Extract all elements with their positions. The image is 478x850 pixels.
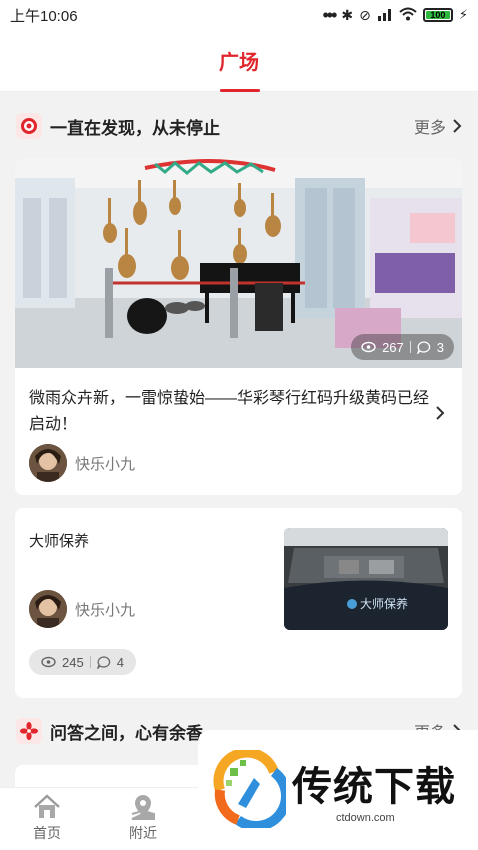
avatar: [29, 590, 67, 628]
chevron-right-icon: [453, 119, 462, 133]
stats-divider: [409, 341, 411, 353]
mute-icon: ⊘: [359, 6, 371, 23]
post-title: 微雨众卉新，一雷惊蛰始——华彩琴行红码升级黄码已经启动！: [29, 390, 430, 433]
post-stats: 267 3: [351, 334, 454, 360]
nav-item-home[interactable]: 首页: [17, 794, 77, 843]
eye-icon: [361, 341, 376, 353]
battery-level: 100: [425, 11, 450, 20]
avatar: [29, 444, 67, 482]
svg-text:大师保养: 大师保养: [360, 596, 408, 611]
nav-label: 首页: [33, 825, 61, 841]
nav-item-nearby[interactable]: 附近: [113, 794, 173, 843]
battery-icon: 100: [422, 8, 453, 22]
more-dots-icon: •••: [322, 4, 337, 25]
section-title: 问答之间，心有余香: [50, 723, 203, 743]
comment-icon: [416, 340, 430, 354]
signal-icon: [377, 7, 393, 24]
tab-square[interactable]: 广场: [0, 46, 478, 75]
view-count: 267: [382, 339, 404, 355]
watermark: 传统下载 ctdown.com: [198, 730, 478, 850]
chevron-right-icon[interactable]: [435, 406, 445, 420]
location-icon: [131, 795, 155, 820]
post-author[interactable]: 快乐小九: [29, 590, 135, 628]
post-stats: 245 4: [29, 649, 136, 675]
status-icons: ••• ✱ ⊘ 100 ⚡: [322, 5, 468, 26]
comment-count: 4: [116, 654, 124, 670]
charging-icon: ⚡: [458, 7, 468, 22]
post-title: 大师保养: [29, 533, 90, 550]
home-icon: [34, 794, 60, 818]
post-author[interactable]: 快乐小九: [29, 444, 135, 482]
section-discover-header: 一直在发现，从未停止 更多: [16, 111, 462, 141]
section-title: 一直在发现，从未停止: [50, 118, 220, 138]
status-bar: 上午10:06 ••• ✱ ⊘ 100 ⚡: [0, 0, 478, 30]
comment-icon: [96, 655, 110, 669]
post-image: 大师保养: [284, 528, 448, 630]
page-header: 广场: [0, 30, 478, 92]
author-name: 快乐小九: [75, 455, 136, 473]
post-card[interactable]: 大师保养 大师保养 快乐小九 245 4: [15, 508, 462, 698]
author-name: 快乐小九: [75, 601, 136, 619]
watermark-brand: 传统下载: [292, 764, 456, 810]
wifi-icon: [399, 7, 417, 24]
nav-label: 附近: [129, 825, 157, 841]
post-image: 267 3: [15, 158, 462, 368]
status-time: 上午10:06: [10, 7, 78, 25]
post-card[interactable]: 267 3 微雨众卉新，一雷惊蛰始——华彩琴行红码升级黄码已经启动！ 快乐小九: [15, 158, 462, 495]
watermark-url: ctdown.com: [336, 812, 395, 824]
brand-logo-icon: [213, 750, 286, 828]
stats-divider: [89, 656, 91, 668]
more-label: 更多: [413, 120, 446, 137]
eye-icon: [41, 656, 56, 668]
flower-icon: [16, 718, 42, 744]
more-link[interactable]: 更多: [414, 114, 462, 138]
target-icon: [16, 113, 42, 139]
tab-indicator: [220, 89, 260, 92]
view-count: 245: [62, 654, 84, 670]
bluetooth-icon: ✱: [341, 6, 354, 23]
comment-count: 3: [436, 339, 444, 355]
